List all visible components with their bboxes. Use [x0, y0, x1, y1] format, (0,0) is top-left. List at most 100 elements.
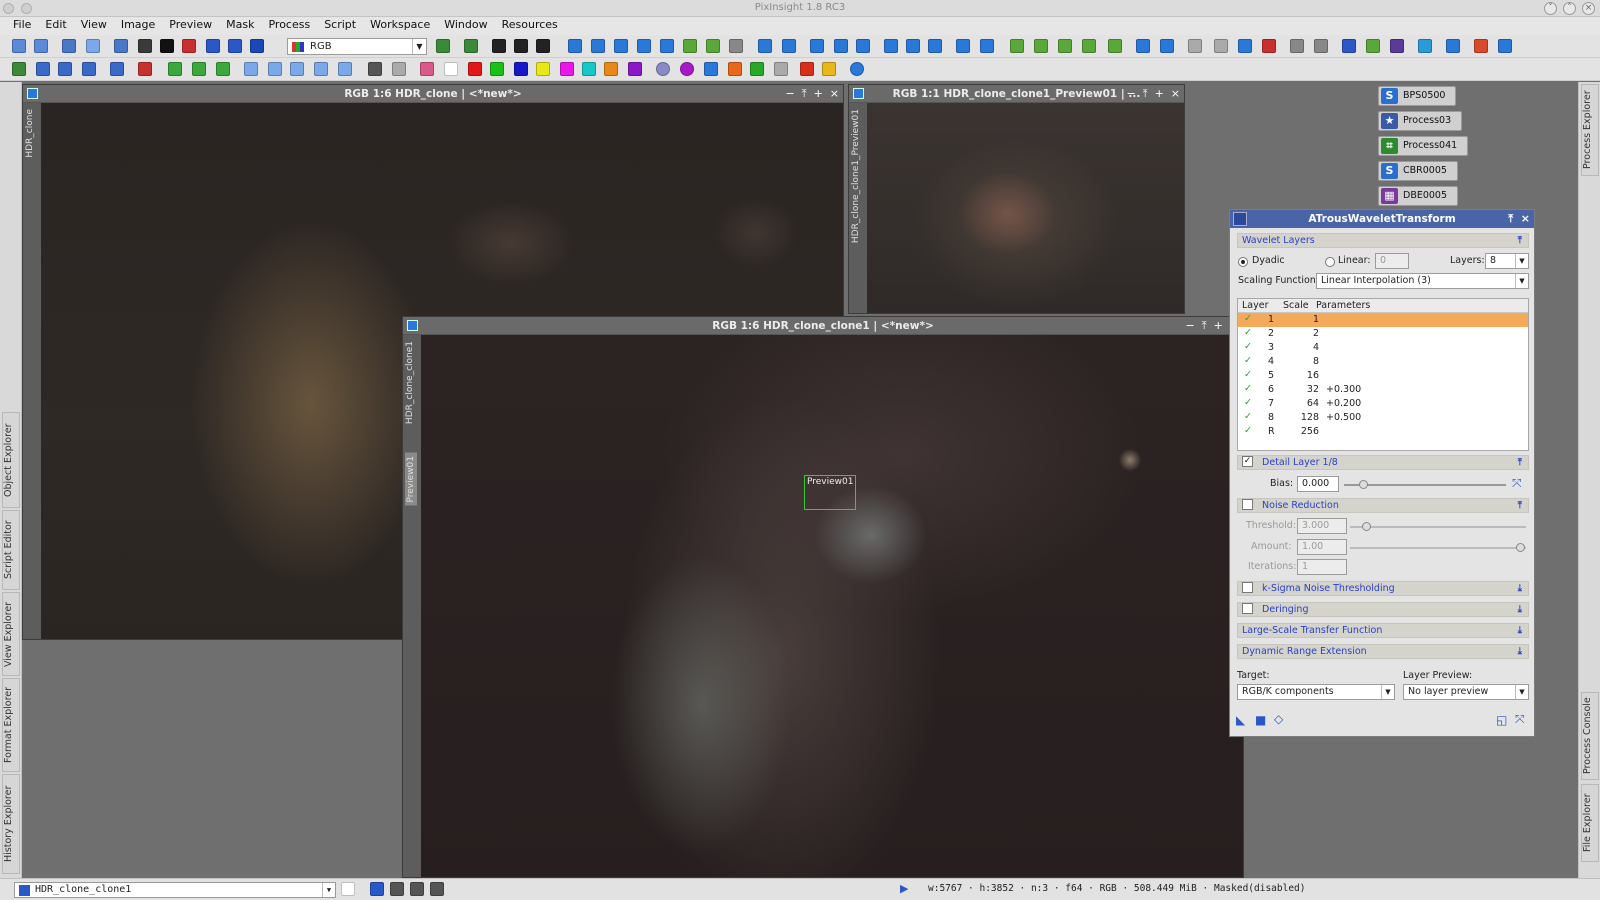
collapse-icon[interactable]: ⤒	[1202, 317, 1207, 335]
open-icon[interactable]	[114, 39, 128, 53]
tab-process-console[interactable]: Process Console	[1581, 692, 1599, 780]
process-icon-dbe0005[interactable]: ▦ DBE0005	[1378, 186, 1459, 206]
display-mode-a-icon[interactable]	[370, 882, 384, 896]
play-icon[interactable]: ▶	[900, 882, 908, 895]
invert-icon[interactable]	[368, 62, 382, 76]
blue-channel-icon[interactable]	[514, 62, 528, 76]
redo-icon[interactable]	[34, 39, 48, 53]
table-row[interactable]: ✓ 1 1	[1238, 313, 1528, 327]
process-icon-o[interactable]	[1366, 39, 1380, 53]
linear-value-field[interactable]: 0	[1375, 253, 1409, 269]
flip-icon[interactable]	[338, 62, 352, 76]
display-mode-c-icon[interactable]	[410, 882, 424, 896]
check-icon[interactable]: ✓	[1244, 341, 1252, 352]
run-icon[interactable]	[800, 62, 814, 76]
check-icon[interactable]: ✓	[1244, 383, 1252, 394]
collapse-icon[interactable]: ⤒	[1508, 212, 1513, 225]
zoom-1-1-icon[interactable]	[637, 39, 651, 53]
menu-mask[interactable]: Mask	[219, 17, 261, 35]
view-tab-label[interactable]: HDR_clone_clone1_Preview01	[851, 109, 861, 243]
layer-preview-select[interactable]: No layer preview ▼	[1403, 684, 1529, 700]
tool-e-icon[interactable]	[110, 62, 124, 76]
process-icon-cbr0005[interactable]: S CBR0005	[1378, 161, 1458, 181]
rotate3-icon[interactable]	[290, 62, 304, 76]
process-icon-g[interactable]	[1160, 39, 1174, 53]
ksigma-checkbox[interactable]	[1242, 582, 1253, 593]
section-dre[interactable]: Dynamic Range Extension ⤓	[1237, 644, 1529, 659]
process-icon-process03[interactable]: ★ Process03	[1378, 111, 1463, 131]
orange-icon[interactable]	[604, 62, 618, 76]
section-wavelet-layers[interactable]: Wavelet Layers ⤒	[1237, 233, 1529, 248]
shade-icon[interactable]: −	[1185, 317, 1194, 335]
magenta-icon[interactable]	[560, 62, 574, 76]
image-canvas[interactable]	[867, 103, 1184, 313]
pan-icon[interactable]	[568, 39, 582, 53]
script-icon[interactable]	[774, 62, 788, 76]
process-icon-e[interactable]	[1108, 39, 1122, 53]
maximize-icon[interactable]: +	[1214, 317, 1223, 335]
tab-object-explorer[interactable]: Object Explorer	[2, 412, 20, 508]
tab-format-explorer[interactable]: Format Explorer	[2, 678, 20, 772]
rotate-icon[interactable]	[244, 62, 258, 76]
fit-view-icon[interactable]	[884, 39, 898, 53]
table-row[interactable]: ✓ 8 128 +0.500	[1238, 411, 1528, 425]
bias-field[interactable]: 0.000	[1297, 476, 1339, 492]
slider-knob[interactable]	[1359, 480, 1368, 489]
table-row[interactable]: ✓ 4 8	[1238, 355, 1528, 369]
zoom-out-icon[interactable]	[782, 39, 796, 53]
mask-icon[interactable]	[464, 39, 478, 53]
linear-radio[interactable]	[1325, 257, 1335, 267]
mask-show-icon[interactable]	[420, 62, 434, 76]
process-icon-k[interactable]	[1262, 39, 1276, 53]
tab-file-explorer[interactable]: File Explorer	[1581, 784, 1599, 862]
grey-icon[interactable]	[392, 62, 406, 76]
rotate2-icon[interactable]	[268, 62, 282, 76]
readout-icon[interactable]	[729, 39, 743, 53]
triangle-icon[interactable]	[728, 62, 742, 76]
table-row[interactable]: ✓ 5 16	[1238, 369, 1528, 383]
refresh-icon[interactable]	[850, 62, 864, 76]
zoom-a-icon[interactable]	[810, 39, 824, 53]
maximize-icon[interactable]: +	[1155, 85, 1164, 103]
menu-view[interactable]: View	[74, 17, 114, 35]
process-icon-process041[interactable]: ⌗ Process041	[1378, 136, 1469, 156]
process-icon-m[interactable]	[1314, 39, 1328, 53]
tool-h-icon[interactable]	[192, 62, 206, 76]
view-icon[interactable]	[492, 39, 506, 53]
process-icon-q[interactable]	[1418, 39, 1432, 53]
green-channel-icon[interactable]	[490, 62, 504, 76]
zoom-c-icon[interactable]	[856, 39, 870, 53]
preview-tab-label[interactable]: Preview01	[405, 453, 417, 506]
section-deringing[interactable]: Deringing ⤓	[1237, 602, 1529, 617]
section-noise-reduction[interactable]: Noise Reduction ⤒	[1237, 498, 1529, 513]
preview-rectangle[interactable]: Preview01	[804, 475, 856, 510]
undo-icon[interactable]	[12, 39, 26, 53]
colorspace-select[interactable]: RGB ▼	[287, 38, 427, 55]
menu-preview[interactable]: Preview	[162, 17, 219, 35]
close-icon[interactable]: ×	[1582, 2, 1595, 15]
zoom-to-fit-icon[interactable]	[614, 39, 628, 53]
check-icon[interactable]: ✓	[1244, 425, 1252, 436]
maximize-icon[interactable]: +	[814, 85, 823, 103]
tool-f-icon[interactable]	[138, 62, 152, 76]
zoom-b-icon[interactable]	[834, 39, 848, 53]
menu-image[interactable]: Image	[114, 17, 162, 35]
process-icon-t[interactable]	[1498, 39, 1512, 53]
tool-d-icon[interactable]	[82, 62, 96, 76]
tab-view-explorer[interactable]: View Explorer	[2, 592, 20, 676]
view2-icon[interactable]	[514, 39, 528, 53]
image-window-preview01[interactable]: RGB 1:1 HDR_clone_clone1_Preview01 | ...…	[848, 84, 1185, 314]
window-icon[interactable]	[906, 39, 920, 53]
violet-icon[interactable]	[628, 62, 642, 76]
tab-process-explorer[interactable]: Process Explorer	[1581, 84, 1599, 176]
check-icon[interactable]: ✓	[1244, 397, 1252, 408]
view3-icon[interactable]	[536, 39, 550, 53]
process-icon-b[interactable]	[1034, 39, 1048, 53]
process-icon-r[interactable]	[1446, 39, 1460, 53]
close-image-icon[interactable]	[182, 39, 196, 53]
real-time-preview-icon[interactable]: ◇	[1274, 712, 1283, 726]
check-icon[interactable]: ✓	[1244, 369, 1252, 380]
dyadic-radio[interactable]	[1238, 257, 1248, 267]
sphere-icon[interactable]	[680, 62, 694, 76]
process-icon-bps0500[interactable]: S BPS0500	[1378, 86, 1457, 106]
